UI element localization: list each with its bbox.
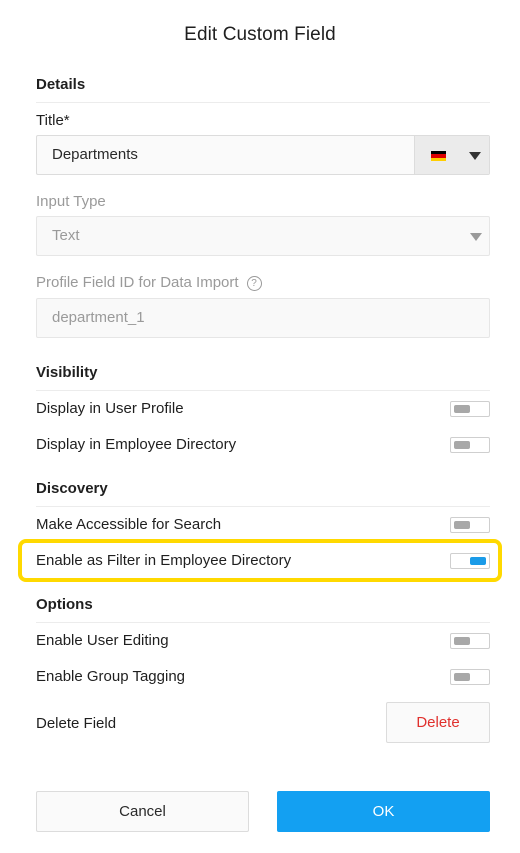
- caret-down-icon: [470, 233, 482, 241]
- enable-user-editing-label: Enable User Editing: [36, 632, 169, 649]
- display-in-user-profile-label: Display in User Profile: [36, 400, 184, 417]
- profile-field-id-label-text: Profile Field ID for Data Import: [36, 274, 239, 291]
- profile-field-id-input[interactable]: department_1: [36, 298, 490, 338]
- make-accessible-for-search-label: Make Accessible for Search: [36, 516, 222, 533]
- options-heading: Options: [36, 596, 490, 623]
- discovery-heading: Discovery: [36, 480, 490, 507]
- toggle-knob: [470, 557, 486, 565]
- enable-group-tagging-label: Enable Group Tagging: [36, 668, 186, 685]
- toggle-knob: [454, 441, 470, 449]
- caret-down-icon: [469, 152, 481, 160]
- enable-group-tagging-toggle[interactable]: [450, 669, 490, 685]
- enable-as-filter-toggle[interactable]: [450, 553, 490, 569]
- input-type-value: Text: [52, 227, 80, 244]
- toggle-knob: [454, 673, 470, 681]
- display-in-user-profile-toggle[interactable]: [450, 401, 490, 417]
- title-input[interactable]: Departments: [36, 135, 490, 175]
- title-input-value: Departments: [52, 146, 138, 163]
- toggle-knob: [454, 521, 470, 529]
- visibility-heading: Visibility: [36, 364, 490, 391]
- delete-button[interactable]: Delete: [386, 702, 490, 743]
- cancel-button[interactable]: Cancel: [36, 791, 249, 832]
- ok-button[interactable]: OK: [277, 791, 490, 832]
- toggle-knob: [454, 637, 470, 645]
- language-select-button[interactable]: [414, 136, 489, 174]
- input-type-label: Input Type: [36, 193, 106, 210]
- make-accessible-for-search-toggle[interactable]: [450, 517, 490, 533]
- delete-field-label: Delete Field: [36, 715, 117, 732]
- title-label: Title*: [36, 112, 70, 129]
- profile-field-id-label: Profile Field ID for Data Import?: [36, 274, 262, 291]
- toggle-knob: [454, 405, 470, 413]
- dialog-title: Edit Custom Field: [184, 24, 336, 45]
- display-in-employee-directory-toggle[interactable]: [450, 437, 490, 453]
- enable-as-filter-label: Enable as Filter in Employee Directory: [36, 552, 292, 569]
- question-circle-icon[interactable]: ?: [246, 276, 262, 291]
- profile-field-id-value: department_1: [52, 309, 145, 326]
- details-heading: Details: [36, 76, 490, 103]
- display-in-employee-directory-label: Display in Employee Directory: [36, 436, 237, 453]
- german-flag-icon: [431, 151, 446, 161]
- enable-user-editing-toggle[interactable]: [450, 633, 490, 649]
- input-type-select[interactable]: Text: [36, 216, 490, 256]
